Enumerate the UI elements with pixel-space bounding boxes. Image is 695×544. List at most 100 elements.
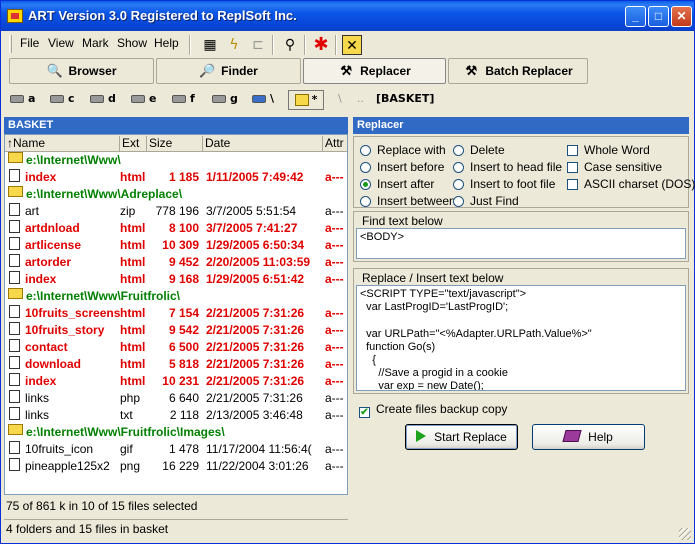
file-ext: html — [120, 170, 146, 184]
drive-d-label: d — [108, 92, 116, 105]
radio-indicator — [453, 179, 464, 190]
lightning-icon[interactable]: ϟ — [224, 35, 244, 55]
radio-insert-after[interactable]: Insert after — [360, 177, 434, 191]
file-row[interactable]: index html 10 231 2/21/2005 7:31:26 a--- — [5, 373, 347, 390]
drive-bar: a c d e f g \ * \ .. [BASKET] — [4, 89, 692, 111]
file-attr: a--- — [325, 221, 344, 235]
grid-icon[interactable]: ▦ — [200, 35, 220, 55]
menu-mark[interactable]: Mark — [82, 36, 109, 50]
network-drive[interactable]: \ — [252, 92, 274, 105]
tree-icon[interactable]: ⊏ — [248, 35, 268, 55]
file-date: 2/21/2005 7:31:26 — [206, 357, 305, 371]
file-row[interactable]: contact html 6 500 2/21/2005 7:31:26 a--- — [5, 339, 347, 356]
checkbox-label: ASCII charset (DOS) — [584, 177, 695, 191]
col-name[interactable]: ↑Name — [5, 136, 120, 151]
menu-help[interactable]: Help — [154, 36, 179, 50]
wand-icon[interactable]: ⚲ — [280, 35, 300, 55]
find-group: Find text below <BODY> — [353, 211, 689, 262]
file-icon — [9, 322, 20, 335]
tab-replacer[interactable]: ⚒ Replacer — [303, 58, 446, 84]
file-row[interactable]: 10fruits_story html 9 542 2/21/2005 7:31:26… — [5, 322, 347, 339]
resize-grip[interactable] — [679, 528, 691, 540]
drive-c[interactable]: c — [50, 92, 75, 105]
tab-batch-replacer-label: Batch Replacer — [485, 64, 573, 78]
find-text-area[interactable]: <BODY> — [356, 228, 686, 259]
minimize-button[interactable]: _ — [625, 6, 646, 27]
file-row[interactable]: 10fruits_icon gif 1 478 11/17/2004 11:56:4(… — [5, 441, 347, 458]
folder-row[interactable]: e:\Internet\Www\Fruitfrolic\ — [5, 288, 347, 305]
replace-text-area[interactable]: <SCRIPT TYPE="text/javascript"> var Last… — [356, 285, 686, 391]
backup-checkbox[interactable]: ✔ Create files backup copy — [359, 402, 507, 418]
help-button[interactable]: Help — [532, 424, 645, 450]
folder-row[interactable]: e:\Internet\Www\ — [5, 152, 347, 169]
maximize-button[interactable]: □ — [648, 6, 669, 27]
tab-batch-replacer[interactable]: ⚒ Batch Replacer — [448, 58, 588, 84]
file-row[interactable]: links txt 2 118 2/13/2005 3:46:48 a--- — [5, 407, 347, 424]
basket-drive-label: * — [311, 93, 318, 106]
file-date: 1/29/2005 6:50:34 — [206, 238, 305, 252]
file-size: 7 154 — [168, 306, 199, 320]
file-row[interactable]: links php 6 640 2/21/2005 7:31:26 a--- — [5, 390, 347, 407]
app-icon — [7, 9, 23, 23]
col-ext[interactable]: Ext — [120, 136, 147, 151]
file-attr: a--- — [325, 170, 344, 184]
file-row[interactable]: index html 1 185 1/11/2005 7:49:42 a--- — [5, 169, 347, 186]
menu-file[interactable]: File — [20, 36, 39, 50]
replace-group: Replace / Insert text below <SCRIPT TYPE… — [353, 268, 689, 394]
col-attr[interactable]: Attr — [323, 136, 347, 151]
file-row[interactable]: index html 9 168 1/29/2005 6:51:42 a--- — [5, 271, 347, 288]
radio-insert-foot[interactable]: Insert to foot file — [453, 177, 555, 191]
file-row[interactable]: 10fruits_screens html 7 154 2/21/2005 7:31:… — [5, 305, 347, 322]
file-attr: a--- — [325, 323, 344, 337]
check-case-sensitive[interactable]: Case sensitive — [567, 160, 662, 174]
menu-show[interactable]: Show — [117, 36, 147, 50]
asterisk-icon[interactable]: ✱ — [311, 35, 331, 55]
file-row[interactable]: artorder html 9 452 2/20/2005 11:03:59 a--- — [5, 254, 347, 271]
check-ascii-charset[interactable]: ASCII charset (DOS) — [567, 177, 695, 191]
check-whole-word[interactable]: Whole Word — [567, 143, 650, 157]
file-row[interactable]: pineapple125x2 png 16 229 11/22/2004 3:01:2… — [5, 458, 347, 475]
folder-icon — [8, 424, 23, 435]
file-row[interactable]: art zip 778 196 3/7/2005 5:51:54 a--- — [5, 203, 347, 220]
file-row[interactable]: artdnload html 8 100 3/7/2005 7:41:27 a--- — [5, 220, 347, 237]
radio-insert-head[interactable]: Insert to head file — [453, 160, 562, 174]
file-icon — [9, 220, 20, 233]
drive-f[interactable]: f — [172, 92, 195, 105]
folder-row[interactable]: e:\Internet\Www\Adreplace\ — [5, 186, 347, 203]
file-row[interactable]: download html 5 818 2/21/2005 7:31:26 a--- — [5, 356, 347, 373]
menu-view[interactable]: View — [48, 36, 74, 50]
drive-d[interactable]: d — [90, 92, 116, 105]
col-size[interactable]: Size — [147, 136, 203, 151]
radio-insert-between[interactable]: Insert between — [360, 194, 456, 208]
drive-a[interactable]: a — [10, 92, 35, 105]
folder-row[interactable]: e:\Internet\Www\Fruitfrolic\Images\ — [5, 424, 347, 441]
toolbar-separator — [335, 35, 337, 55]
exit-icon[interactable]: ✕ — [342, 35, 362, 55]
tab-replacer-label: Replacer — [360, 64, 411, 78]
start-replace-label: Start Replace — [434, 430, 507, 444]
root-button[interactable]: \ — [338, 92, 342, 105]
close-button[interactable]: ✕ — [671, 6, 692, 27]
radio-replace-with[interactable]: Replace with — [360, 143, 446, 157]
network-drive-label: \ — [270, 92, 275, 105]
column-headers: ↑Name Ext Size Date Attr — [5, 135, 347, 152]
file-date: 2/20/2005 11:03:59 — [206, 255, 311, 269]
radio-indicator — [360, 196, 371, 207]
up-button[interactable]: .. — [357, 92, 364, 105]
col-date[interactable]: Date — [203, 136, 323, 151]
radio-delete[interactable]: Delete — [453, 143, 505, 157]
drive-g[interactable]: g — [212, 92, 238, 105]
start-replace-button[interactable]: Start Replace — [405, 424, 518, 450]
file-ext: html — [120, 255, 146, 269]
title-bar[interactable]: ART Version 3.0 Registered to ReplSoft I… — [1, 1, 694, 31]
file-list[interactable]: ↑Name Ext Size Date Attr e:\Internet\Www… — [4, 134, 348, 495]
basket-drive-button[interactable]: * — [288, 90, 324, 110]
file-row[interactable]: artlicense html 10 309 1/29/2005 6:50:34 a--… — [5, 237, 347, 254]
file-date: 2/21/2005 7:31:26 — [206, 340, 305, 354]
tab-browser[interactable]: 🔍 Browser — [9, 58, 154, 84]
tab-finder[interactable]: 🔎 Finder — [156, 58, 301, 84]
drive-e[interactable]: e — [131, 92, 156, 105]
file-name: links — [25, 391, 50, 405]
radio-just-find[interactable]: Just Find — [453, 194, 519, 208]
radio-insert-before[interactable]: Insert before — [360, 160, 444, 174]
